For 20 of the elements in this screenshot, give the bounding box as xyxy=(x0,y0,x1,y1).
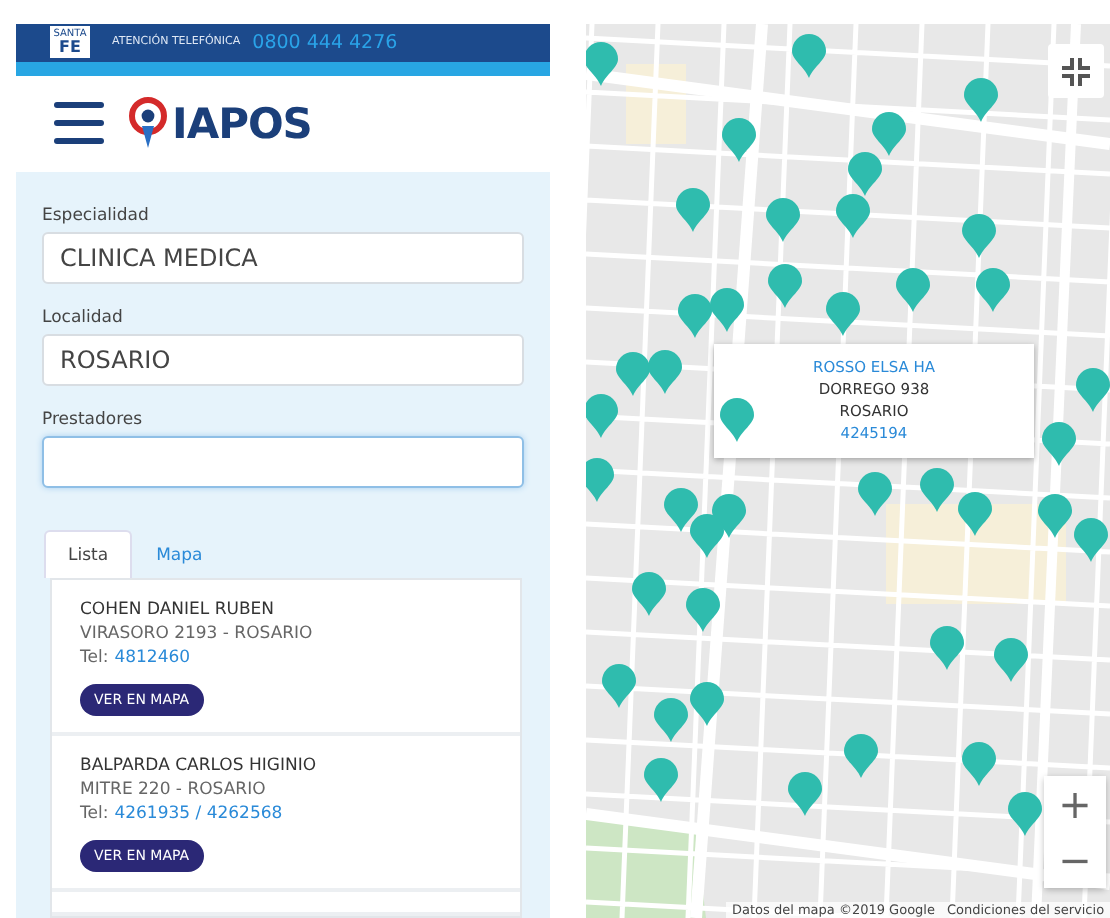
phone-link[interactable]: 4812460 xyxy=(114,648,191,668)
input-field[interactable]: ROSARIO xyxy=(42,334,524,386)
tab[interactable]: Lista xyxy=(44,530,133,578)
provider-address: VIRASORO 2193 - ROSARIO xyxy=(80,624,313,644)
field-label: Prestadores xyxy=(42,410,145,430)
logo-text: IAPOS xyxy=(172,99,312,148)
input-field[interactable]: CLINICA MEDICA xyxy=(42,232,524,284)
provider-name: BALPARDA CARLOS HIGINIO xyxy=(80,756,317,776)
field-label: Localidad xyxy=(42,308,125,328)
phone-link[interactable]: 0800 444 4276 xyxy=(252,31,398,54)
phone-link[interactable]: 4261935 / 4262568 xyxy=(114,804,283,824)
zoom-out-button[interactable]: − xyxy=(1044,832,1106,888)
tab[interactable]: Mapa xyxy=(134,530,225,578)
zoom-in-button[interactable]: + xyxy=(1044,776,1106,832)
provider-name: COHEN DANIEL RUBEN xyxy=(80,600,275,620)
phone-label: Tel: xyxy=(80,804,109,824)
provider-address: MITRE 220 - ROSARIO xyxy=(80,780,266,800)
phone-label: Tel: xyxy=(80,648,109,668)
field-label: Especialidad xyxy=(42,206,151,226)
badge-title: FE xyxy=(59,39,81,56)
